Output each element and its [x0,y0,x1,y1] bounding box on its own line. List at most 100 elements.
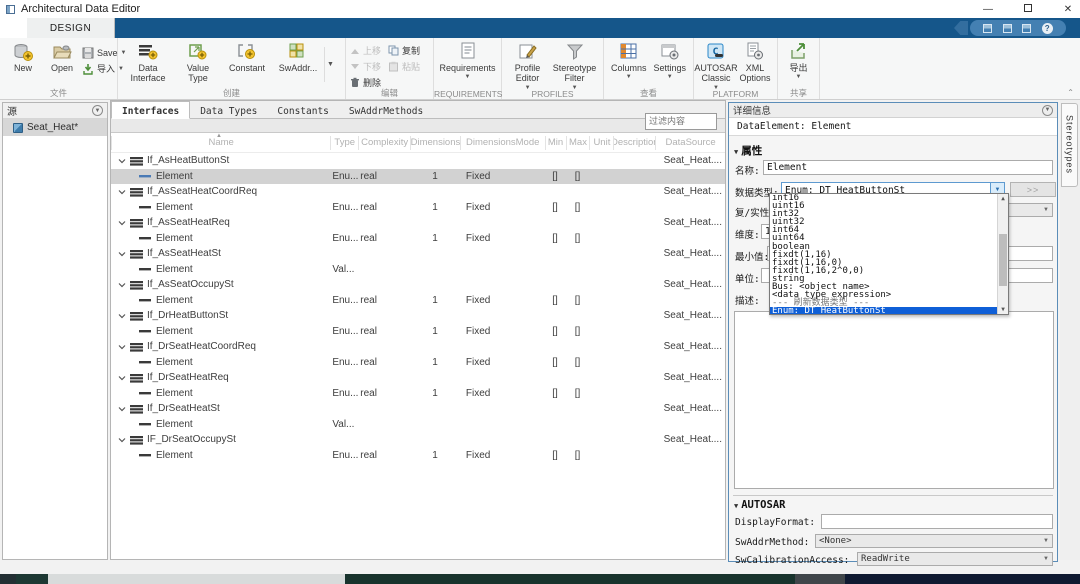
table-row[interactable]: If_DrSeatHeatSt Seat_Heat.... [111,401,725,417]
stereotype-filter-button[interactable]: Stereotype Filter ▼ [550,41,599,92]
cell-max: [] [574,232,581,244]
scroll-down-icon[interactable]: ▼ [998,305,1008,314]
table-row[interactable]: Element Val... [111,262,725,278]
constant-button[interactable]: Constant [222,41,272,74]
tab-constants[interactable]: Constants [267,101,338,119]
pointer-icon[interactable] [1022,23,1032,33]
dropdown-item[interactable]: Enum: DT HeatButtonSt [770,307,1008,314]
expand-chevron-icon[interactable] [118,374,126,382]
expand-chevron-icon[interactable] [118,219,126,227]
columns-button[interactable]: Columns ▼ [608,41,649,81]
filter-input[interactable] [645,113,717,130]
table-row[interactable]: Element Enu... real 1 Fixed [] [] [111,200,725,216]
table-row[interactable]: Element Enu... real 1 Fixed [] [] [111,448,725,464]
column-header-min[interactable]: Min [544,135,566,150]
column-header-description[interactable]: Description [613,135,655,150]
export-button[interactable]: 导出 ▼ [780,41,818,81]
data-interface-button[interactable]: Data Interface [122,41,174,85]
create-overflow-icon[interactable]: ▼ [324,46,336,82]
column-header-datasource[interactable]: DataSource [655,135,725,150]
table-row[interactable]: If_AsSeatHeatSt Seat_Heat.... [111,246,725,262]
datatype-more-button[interactable]: >> [1010,182,1056,197]
expand-chevron-icon[interactable] [118,405,126,413]
table-row[interactable]: If_AsSeatHeatCoordReq Seat_Heat.... [111,184,725,200]
value-type-button[interactable]: Value Type [175,41,221,85]
dropdown-item[interactable]: uint32 [770,218,1008,227]
open-button[interactable]: Open [43,41,81,74]
maximize-button[interactable] [1022,3,1034,15]
cell-dimensions [410,277,460,293]
expand-chevron-icon[interactable] [118,436,126,444]
table-row[interactable]: Element Val... [111,417,725,433]
tab-data-types[interactable]: Data Types [190,101,267,119]
dropdown-item[interactable]: int32 [770,210,1008,219]
copy-button[interactable]: 复制 [388,43,420,58]
quick-access-collapse-icon[interactable] [954,21,968,35]
expand-chevron-icon[interactable] [118,188,126,196]
table-row[interactable]: If_AsSeatOccupySt Seat_Heat.... [111,277,725,293]
table-row[interactable]: IF_DrSeatOccupySt Seat_Heat.... [111,432,725,448]
requirements-button[interactable]: Requirements ▼ [438,41,497,81]
tab-interfaces[interactable]: Interfaces [111,101,191,119]
layout-icon[interactable] [983,23,993,33]
settings-button[interactable]: Settings ▼ [650,41,689,81]
dropdown-item[interactable]: int64 [770,226,1008,235]
description-field[interactable] [734,311,1054,489]
move-up-button[interactable]: 上移 [350,43,381,58]
column-header-dimensionsmode[interactable]: DimensionsMode [459,135,545,150]
table-header: ▲ Name Type Complexity Dimensions Dimensions… [111,133,725,153]
properties-section-header[interactable]: ▼ 属性 [734,143,762,158]
table-row[interactable]: Element Enu... real 1 Fixed [] [] [111,231,725,247]
details-menu-icon[interactable]: ▼ [1042,104,1053,116]
expand-chevron-icon[interactable] [118,312,126,320]
swaddr-button[interactable]: SwAddr... [273,41,323,74]
displayformat-field[interactable] [821,514,1053,529]
expand-chevron-icon[interactable] [118,343,126,351]
column-header-max[interactable]: Max [565,135,590,150]
table-row[interactable]: If_DrSeatHeatCoordReq Seat_Heat.... [111,339,725,355]
column-header-type[interactable]: Type [330,135,358,150]
profile-editor-button[interactable]: Profile Editor ▼ [506,41,549,92]
source-tree-item[interactable]: Seat_Heat* [3,119,107,136]
table-row[interactable]: Element Enu... real 1 Fixed [] [] [111,293,725,309]
column-header-dimensions[interactable]: Dimensions [410,135,460,150]
expand-chevron-icon[interactable] [118,250,126,258]
dropdown-scrollbar[interactable]: ▲ ▼ [997,194,1008,314]
close-button[interactable]: ✕ [1062,4,1074,15]
swcalibrationaccess-combo[interactable]: ReadWrite ▼ [857,552,1053,566]
column-header-unit[interactable]: Unit [589,135,613,150]
scroll-up-icon[interactable]: ▲ [998,194,1008,203]
new-button[interactable]: New [4,41,42,74]
table-row[interactable]: Element Enu... real 1 Fixed [] [] [111,386,725,402]
xml-options-button[interactable]: XML Options [736,41,774,85]
collapse-ribbon-icon[interactable]: ⌃ [1067,88,1074,97]
dropdown-item[interactable]: fixdt(1,16,2^0,0) [770,266,1008,275]
stereotypes-tab[interactable]: Stereotypes [1061,103,1078,187]
column-header-complexity[interactable]: Complexity [358,135,410,150]
expand-chevron-icon[interactable] [118,157,126,165]
table-row[interactable]: If_DrSeatHeatReq Seat_Heat.... [111,370,725,386]
stack-icon[interactable] [1002,23,1012,33]
name-field[interactable] [763,160,1053,175]
table-row[interactable]: If_AsSeatHeatReq Seat_Heat.... [111,215,725,231]
help-icon[interactable]: ? [1041,22,1053,34]
table-row[interactable]: Element Enu... real 1 Fixed [] [] [111,168,725,184]
cell-complexity [358,246,410,262]
tab-design[interactable]: DESIGN [27,18,115,38]
table-row[interactable]: Element Enu... real 1 Fixed [] [] [111,355,725,371]
swaddrmethod-combo[interactable]: <None> ▼ [815,534,1053,548]
dropdown-item[interactable]: int16 [770,194,1008,203]
dropdown-item[interactable]: uint16 [770,202,1008,211]
source-panel-menu-icon[interactable]: ▼ [92,105,103,116]
table-row[interactable]: If_DrHeatButtonSt Seat_Heat.... [111,308,725,324]
expand-chevron-icon[interactable] [118,281,126,289]
tab-swaddrmethods[interactable]: SwAddrMethods [339,101,433,119]
scrollbar-thumb[interactable] [999,234,1007,286]
minimize-button[interactable]: — [982,4,994,15]
autosar-classic-button[interactable]: C AUTOSAR Classic ▼ [694,41,738,92]
table-row[interactable]: Element Enu... real 1 Fixed [] [] [111,324,725,340]
move-down-button[interactable]: 下移 [350,59,381,74]
table-row[interactable]: If_AsHeatButtonSt Seat_Heat.... [111,153,725,169]
autosar-section-header[interactable]: ▼ AUTOSAR [734,499,785,511]
paste-button[interactable]: 粘贴 [388,59,420,74]
